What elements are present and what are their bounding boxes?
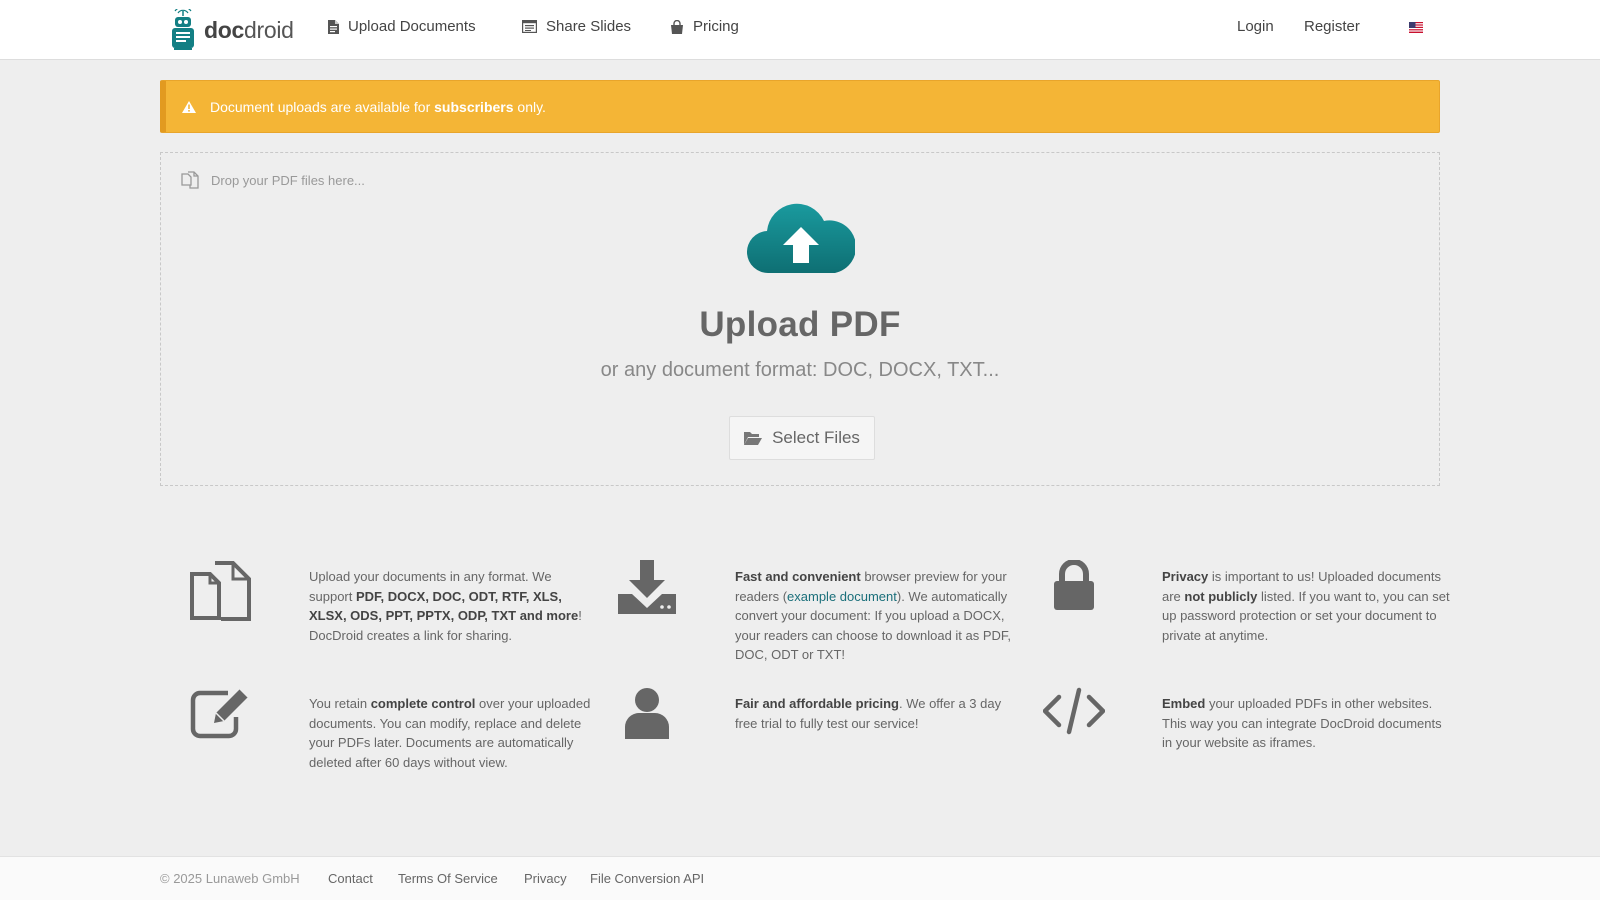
files-icon bbox=[190, 561, 251, 621]
footer-link-api[interactable]: File Conversion API bbox=[590, 871, 704, 886]
code-icon bbox=[1043, 687, 1105, 735]
copyright: © 2025 Lunaweb GmbH bbox=[160, 871, 300, 886]
feature-emphasis: Fair and affordable pricing bbox=[735, 696, 899, 711]
user-icon bbox=[625, 688, 669, 739]
files-icon bbox=[181, 171, 199, 189]
feature-emphasis: not publicly bbox=[1184, 588, 1258, 604]
nav-share-slides[interactable]: Share Slides bbox=[522, 18, 631, 35]
us-flag-icon[interactable] bbox=[1409, 22, 1423, 33]
select-files-button[interactable]: Select Files bbox=[729, 416, 875, 460]
top-navbar: docdroid Upload Documents Share Slides P… bbox=[0, 0, 1600, 60]
footer-link-privacy[interactable]: Privacy bbox=[524, 871, 567, 886]
feature-emphasis: Fast and convenient bbox=[735, 569, 861, 584]
nav-upload-documents[interactable]: Upload Documents bbox=[328, 18, 476, 35]
cloud-upload-icon bbox=[747, 203, 855, 274]
shopping-bag-icon bbox=[671, 19, 683, 34]
download-icon bbox=[618, 560, 676, 614]
nav-pricing[interactable]: Pricing bbox=[670, 18, 739, 35]
subscription-alert: Document uploads are available for subsc… bbox=[160, 80, 1440, 133]
upload-subtitle: or any document format: DOC, DOCX, TXT..… bbox=[600, 359, 1000, 381]
slides-icon bbox=[522, 20, 537, 33]
logo-text: docdroid bbox=[204, 16, 294, 43]
feature-text: Embed your uploaded PDFs in other websit… bbox=[1162, 694, 1450, 753]
example-document-link[interactable]: example document bbox=[787, 589, 897, 604]
folder-open-icon bbox=[744, 432, 763, 445]
alert-text: Document uploads are available for subsc… bbox=[210, 98, 546, 115]
edit-icon bbox=[190, 688, 249, 739]
feature-text: Fair and affordable pricing. We offer a … bbox=[735, 694, 1023, 733]
footer-link-contact[interactable]: Contact bbox=[328, 871, 373, 886]
feature-text: Privacy is important to us! Uploaded doc… bbox=[1162, 567, 1450, 645]
nav-register[interactable]: Register bbox=[1304, 18, 1360, 35]
lock-icon bbox=[1054, 560, 1094, 610]
feature-text: Upload your documents in any format. We … bbox=[309, 567, 597, 645]
drop-hint: Drop your PDF files here... bbox=[181, 171, 365, 189]
footer-link-terms[interactable]: Terms Of Service bbox=[398, 871, 498, 886]
robot-icon bbox=[172, 9, 194, 50]
upload-dropzone[interactable]: Drop your PDF files here... Upload PDF o… bbox=[160, 152, 1440, 486]
feature-text: You retain complete control over your up… bbox=[309, 694, 597, 772]
footer: © 2025 Lunaweb GmbH Contact Terms Of Ser… bbox=[0, 856, 1600, 900]
feature-emphasis: Privacy bbox=[1162, 569, 1209, 584]
feature-emphasis: complete control bbox=[370, 696, 476, 711]
warning-icon bbox=[182, 100, 196, 113]
logo[interactable]: docdroid bbox=[168, 9, 294, 51]
feature-text-part: You retain bbox=[309, 696, 371, 711]
document-icon bbox=[328, 19, 339, 34]
nav-login[interactable]: Login bbox=[1237, 18, 1274, 35]
upload-title: Upload PDF bbox=[699, 305, 901, 344]
feature-emphasis: Embed bbox=[1162, 696, 1206, 711]
feature-text: Fast and convenient browser preview for … bbox=[735, 567, 1023, 665]
